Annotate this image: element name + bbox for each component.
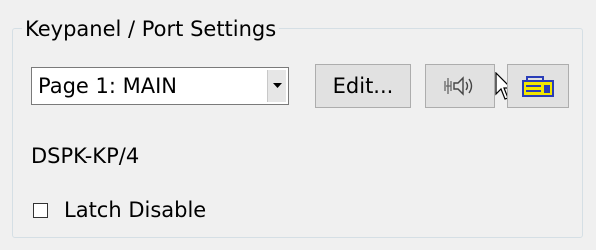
device-label: DSPK-KP/4 [31, 144, 140, 168]
latch-disable-label[interactable]: Latch Disable [64, 196, 206, 224]
latch-disable-row[interactable]: Latch Disable [33, 196, 206, 224]
port-button[interactable] [507, 64, 569, 108]
edit-button[interactable]: Edit... [315, 64, 411, 108]
group-title: Keypanel / Port Settings [22, 14, 280, 44]
latch-disable-checkbox[interactable] [33, 202, 48, 218]
speaker-button[interactable] [425, 64, 495, 108]
speaker-icon [444, 76, 473, 96]
port-device-icon [522, 76, 554, 97]
page-select-value: Page 1: MAIN [38, 74, 178, 98]
page-select-dropdown[interactable]: Page 1: MAIN [31, 67, 289, 105]
chevron-down-icon[interactable] [267, 70, 286, 102]
